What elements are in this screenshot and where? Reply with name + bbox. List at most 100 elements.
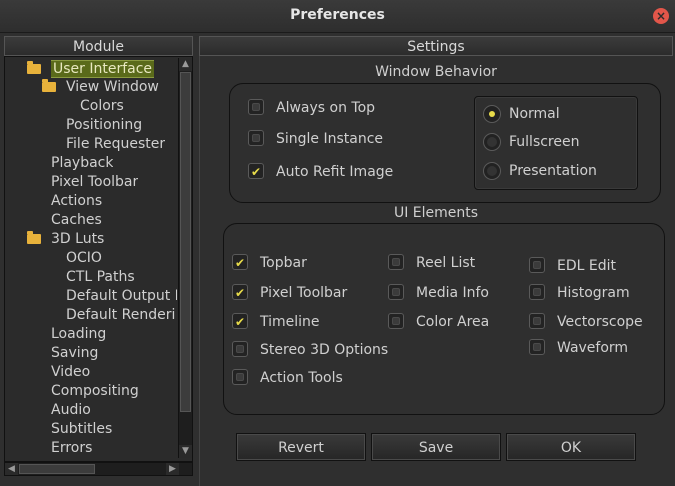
checkbox-label: Pixel Toolbar <box>260 285 348 301</box>
tree-item-loading[interactable]: Loading <box>51 325 106 343</box>
folder-icon <box>42 79 56 92</box>
checkbox-unchecked-icon[interactable] <box>388 254 404 270</box>
checkbox-label: Always on Top <box>276 100 376 116</box>
checkbox-inner <box>392 317 400 325</box>
save-button[interactable]: Save <box>371 433 501 461</box>
check-icon: ✔ <box>235 286 246 300</box>
scroll-left-icon[interactable]: ◀ <box>5 463 18 475</box>
settings-header: Settings <box>199 36 673 56</box>
tree-horizontal-scrollbar[interactable]: ◀ ▶ <box>4 462 193 476</box>
tree-item-label: 3D Luts <box>51 231 105 247</box>
checkbox-label: EDL Edit <box>557 258 616 274</box>
scroll-right-icon[interactable]: ▶ <box>166 463 179 475</box>
tree-item-file-requester[interactable]: File Requester <box>66 135 165 153</box>
close-icon: × <box>655 9 667 23</box>
tree-item-label: Errors <box>51 440 93 456</box>
radio-unselected-icon[interactable] <box>483 133 501 151</box>
tree-item-label: Subtitles <box>51 421 113 437</box>
radio-label: Normal <box>509 106 560 122</box>
hscroll-thumb[interactable] <box>19 464 95 474</box>
tree-item-view-window[interactable]: View Window <box>66 78 159 96</box>
checkbox-unchecked-icon[interactable] <box>529 284 545 300</box>
tree-item-label: Positioning <box>66 117 143 133</box>
checkbox-unchecked-icon[interactable] <box>529 257 545 273</box>
tree-item-compositing[interactable]: Compositing <box>51 382 139 400</box>
tree-item-label: Saving <box>51 345 99 361</box>
checkbox-label: Vectorscope <box>557 314 643 330</box>
scroll-thumb[interactable] <box>180 72 191 412</box>
scroll-down-icon[interactable]: ▼ <box>179 445 192 458</box>
checkbox-inner <box>533 261 541 269</box>
close-button[interactable]: × <box>653 8 669 24</box>
radio-indicator <box>487 166 497 176</box>
radio-label: Presentation <box>509 163 597 179</box>
check-icon: ✔ <box>251 165 262 179</box>
checkbox-label: Waveform <box>557 340 629 356</box>
tree-item-default-output-d[interactable]: Default Output D <box>66 287 177 305</box>
ok-button[interactable]: OK <box>506 433 636 461</box>
checkbox-checked-icon[interactable]: ✔ <box>232 284 248 300</box>
tree-item-default-renderi[interactable]: Default Renderi <box>66 306 175 324</box>
checkbox-inner <box>252 134 260 142</box>
tree-item-label: CTL Paths <box>66 269 135 285</box>
tree-item-caches[interactable]: Caches <box>51 211 102 229</box>
tree-item-label: Compositing <box>51 383 139 399</box>
module-header: Module <box>4 36 193 56</box>
tree-item-ocio[interactable]: OCIO <box>66 249 102 267</box>
tree-vertical-scrollbar[interactable]: ▲ ▼ <box>178 58 192 458</box>
checkbox-inner <box>392 288 400 296</box>
tree-item-label: Video <box>51 364 91 380</box>
tree-item-video[interactable]: Video <box>51 363 90 381</box>
revert-button[interactable]: Revert <box>236 433 366 461</box>
tree-item-label: Loading <box>51 326 107 342</box>
checkbox-unchecked-icon[interactable] <box>388 284 404 300</box>
checkbox-inner <box>533 317 541 325</box>
tree-item-ctl-paths[interactable]: CTL Paths <box>66 268 135 286</box>
scroll-up-icon[interactable]: ▲ <box>179 58 192 71</box>
checkbox-checked-icon[interactable]: ✔ <box>232 254 248 270</box>
checkbox-label: Histogram <box>557 285 630 301</box>
tree-item-user-interface[interactable]: User Interface <box>51 60 155 78</box>
radio-selected-icon[interactable] <box>483 105 501 123</box>
check-icon: ✔ <box>235 256 246 270</box>
tree-item-label: OCIO <box>66 250 102 266</box>
checkbox-unchecked-icon[interactable] <box>232 369 248 385</box>
checkbox-unchecked-icon[interactable] <box>232 341 248 357</box>
checkbox-unchecked-icon[interactable] <box>529 313 545 329</box>
checkbox-inner <box>236 345 244 353</box>
tree-item-audio[interactable]: Audio <box>51 401 91 419</box>
checkbox-unchecked-icon[interactable] <box>529 339 545 355</box>
ui-elements-title: UI Elements <box>393 205 479 221</box>
checkbox-checked-icon[interactable]: ✔ <box>232 313 248 329</box>
checkbox-unchecked-icon[interactable] <box>248 99 264 115</box>
tree-item-3d-luts[interactable]: 3D Luts <box>51 230 104 248</box>
tree-item-positioning[interactable]: Positioning <box>66 116 142 134</box>
tree-item-label: Colors <box>80 98 124 114</box>
radio-unselected-icon[interactable] <box>483 162 501 180</box>
checkbox-inner <box>533 343 541 351</box>
folder-icon <box>27 61 41 74</box>
checkbox-unchecked-icon[interactable] <box>388 313 404 329</box>
checkbox-label: Color Area <box>416 314 490 330</box>
tree-item-pixel-toolbar[interactable]: Pixel Toolbar <box>51 173 138 191</box>
checkbox-inner <box>392 258 400 266</box>
tree-item-saving[interactable]: Saving <box>51 344 98 362</box>
folder-icon <box>27 231 41 244</box>
checkbox-unchecked-icon[interactable] <box>248 130 264 146</box>
tree-item-playback[interactable]: Playback <box>51 154 113 172</box>
tree-item-label: File Requester <box>66 136 166 152</box>
tree-item-subtitles[interactable]: Subtitles <box>51 420 112 438</box>
tree-item-errors[interactable]: Errors <box>51 439 92 457</box>
checkbox-label: Single Instance <box>276 131 384 147</box>
checkbox-checked-icon[interactable]: ✔ <box>248 163 264 179</box>
checkbox-inner <box>252 103 260 111</box>
tree-item-label: Default Output D <box>66 288 177 304</box>
tree-item-colors[interactable]: Colors <box>80 97 124 115</box>
radio-label: Fullscreen <box>509 134 580 150</box>
tree-item-label: Caches <box>51 212 102 228</box>
tree-item-actions[interactable]: Actions <box>51 192 102 210</box>
tree-item-label: Playback <box>51 155 114 171</box>
tree-item-label: User Interface <box>51 60 155 78</box>
checkbox-inner <box>236 373 244 381</box>
tree-item-label: Pixel Toolbar <box>51 174 139 190</box>
